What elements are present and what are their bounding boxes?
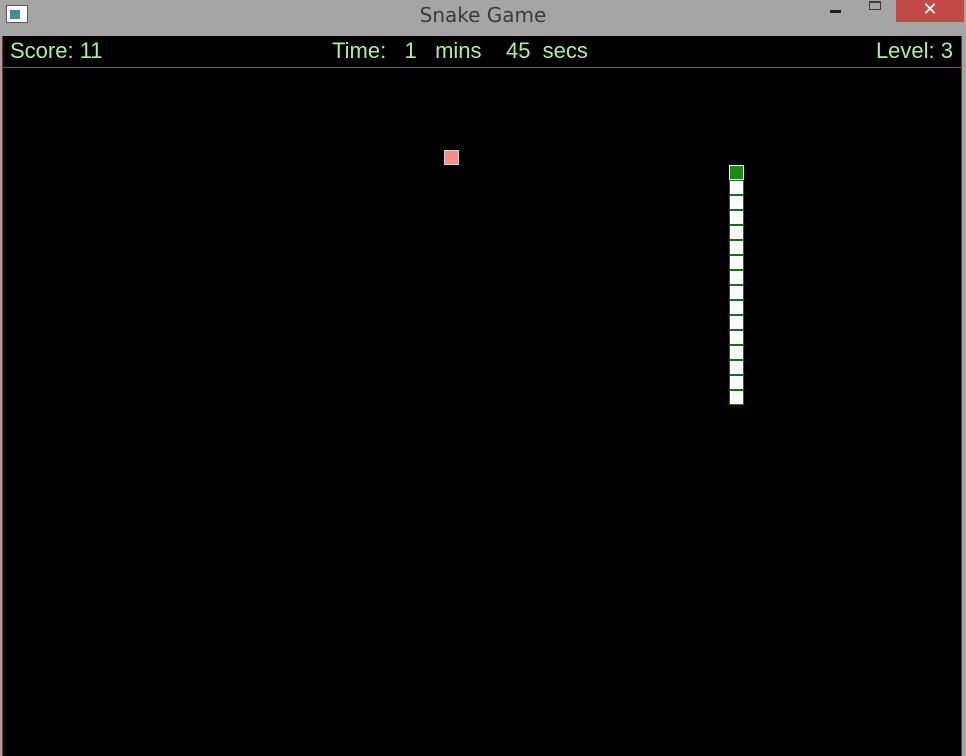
snake-segment [729, 375, 744, 390]
close-button[interactable]: ✕ [896, 0, 964, 22]
time-display: Time: 1 mins 45 secs [332, 38, 588, 63]
game-canvas[interactable]: Score: 11 Time: 1 mins 45 secs Level: 3 [2, 36, 962, 756]
minimize-icon [830, 10, 841, 13]
snake-segment [729, 300, 744, 315]
snake-segment [729, 345, 744, 360]
level-display: Level: 3 [875, 38, 953, 63]
snake-segment [729, 225, 744, 240]
snake-segment [729, 195, 744, 210]
snake-segment [729, 240, 744, 255]
snake-segment [729, 315, 744, 330]
score-display: Score: 11 [10, 38, 103, 63]
snake-segment [729, 180, 744, 195]
snake-segment [729, 390, 744, 405]
snake-segment [729, 360, 744, 375]
snake-segment [729, 270, 744, 285]
snake-segment [729, 210, 744, 225]
snake-segment [729, 330, 744, 345]
snake-head [729, 165, 744, 180]
snake-segment [729, 285, 744, 300]
maximize-icon [869, 1, 881, 10]
maximize-button[interactable] [858, 0, 892, 22]
title-bar[interactable]: Snake Game ✕ [0, 0, 966, 36]
hud-bar: Score: 11 Time: 1 mins 45 secs Level: 3 [3, 36, 961, 68]
food-pellet [444, 150, 459, 165]
minimize-button[interactable] [818, 0, 848, 22]
snake-segment [729, 255, 744, 270]
close-icon: ✕ [922, 0, 938, 20]
